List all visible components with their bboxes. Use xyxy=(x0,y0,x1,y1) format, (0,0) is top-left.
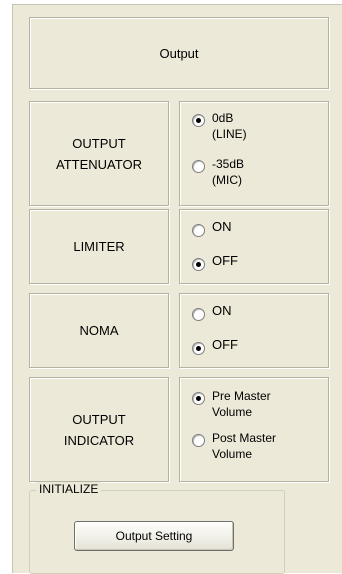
limiter-off-radio[interactable] xyxy=(192,258,205,271)
attenuator-0db-radio[interactable] xyxy=(192,114,205,127)
limiter-label-box: LIMITER xyxy=(29,209,169,284)
indicator-option-pre-master[interactable]: Pre Master Volume xyxy=(192,388,271,420)
post-master-volume-radio[interactable] xyxy=(192,434,205,447)
noma-off-label: OFF xyxy=(212,337,238,352)
output-attenuator-label-line1: OUTPUT xyxy=(72,135,126,151)
noma-label: NOMA xyxy=(79,323,119,338)
output-title-box: Output xyxy=(29,17,329,89)
initialize-group: INITIALIZE Output Setting xyxy=(29,482,285,574)
output-panel: Output OUTPUT ATTENUATOR 0dB (LINE) -35d… xyxy=(12,4,342,574)
limiter-off-label: OFF xyxy=(212,253,238,268)
noma-options: ON OFF xyxy=(179,293,329,368)
output-indicator-label-line2: INDICATOR xyxy=(63,432,135,448)
output-attenuator-label-line2: ATTENUATOR xyxy=(56,156,142,172)
output-indicator-options: Pre Master Volume Post Master Volume xyxy=(179,377,329,482)
noma-label-box: NOMA xyxy=(29,293,169,368)
noma-on-radio[interactable] xyxy=(192,308,205,321)
attenuator-option-35db[interactable]: -35dB (MIC) xyxy=(192,156,244,188)
initialize-group-label: INITIALIZE xyxy=(36,482,102,496)
attenuator-35db-radio[interactable] xyxy=(192,160,205,173)
output-attenuator-options: 0dB (LINE) -35dB (MIC) xyxy=(179,101,329,206)
output-attenuator-label-box: OUTPUT ATTENUATOR xyxy=(29,101,169,206)
attenuator-0db-label: 0dB (LINE) xyxy=(212,111,247,141)
pre-master-volume-label: Pre Master Volume xyxy=(212,389,271,419)
post-master-volume-label: Post Master Volume xyxy=(212,431,277,461)
indicator-option-post-master[interactable]: Post Master Volume xyxy=(192,430,276,462)
limiter-option-off[interactable]: OFF xyxy=(192,253,238,271)
noma-option-on[interactable]: ON xyxy=(192,303,232,321)
limiter-option-on[interactable]: ON xyxy=(192,219,232,237)
output-setting-button[interactable]: Output Setting xyxy=(74,521,234,551)
output-title: Output xyxy=(159,45,199,61)
limiter-label: LIMITER xyxy=(73,239,125,254)
pre-master-volume-radio[interactable] xyxy=(192,392,205,405)
noma-off-radio[interactable] xyxy=(192,342,205,355)
attenuator-option-0db[interactable]: 0dB (LINE) xyxy=(192,110,247,142)
limiter-on-label: ON xyxy=(212,219,232,234)
output-indicator-label-line1: OUTPUT xyxy=(72,411,126,427)
limiter-on-radio[interactable] xyxy=(192,224,205,237)
attenuator-35db-label: -35dB (MIC) xyxy=(212,157,245,187)
limiter-options: ON OFF xyxy=(179,209,329,284)
noma-on-label: ON xyxy=(212,303,232,318)
noma-option-off[interactable]: OFF xyxy=(192,337,238,355)
output-indicator-label-box: OUTPUT INDICATOR xyxy=(29,377,169,482)
